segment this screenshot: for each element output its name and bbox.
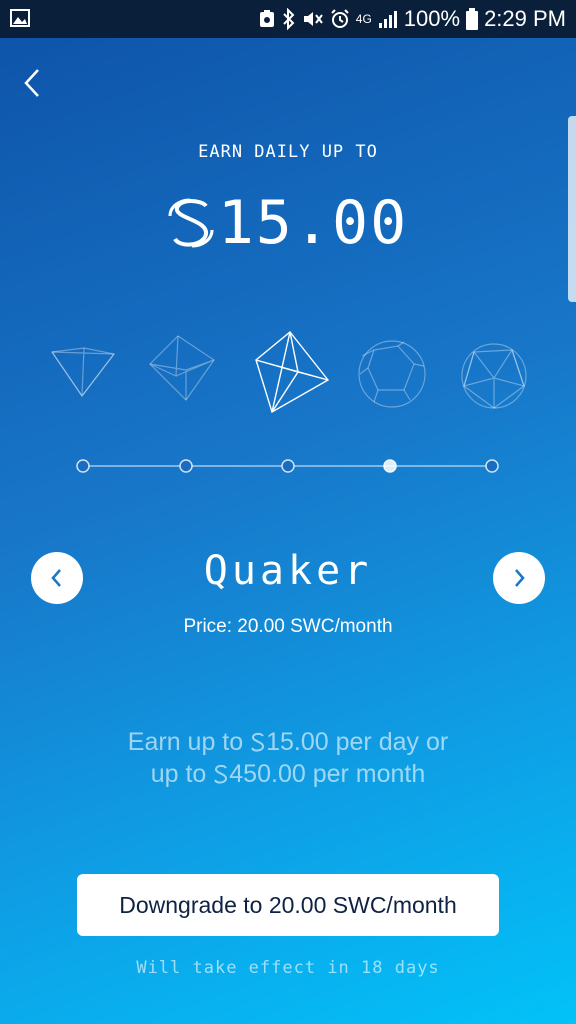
earn-description: Earn up to 15.00 per day or up to 450.00… xyxy=(0,726,576,790)
icosahedron-icon[interactable] xyxy=(461,343,527,409)
bluetooth-icon xyxy=(282,8,296,30)
swc-currency-icon xyxy=(168,198,214,248)
chevron-left-icon xyxy=(24,69,39,97)
cube-icon[interactable] xyxy=(149,335,215,401)
daily-amount-value: 15.00 xyxy=(217,188,409,258)
battery-icon xyxy=(466,8,479,30)
next-tier-button[interactable] xyxy=(493,552,545,604)
chevron-right-icon xyxy=(515,569,525,587)
earn-description-line-2: up to 450.00 per month xyxy=(150,760,426,788)
slider-step-2[interactable] xyxy=(179,459,193,473)
tier-price: Price: 20.00 SWC/month xyxy=(183,616,393,637)
back-button[interactable] xyxy=(20,66,50,100)
pyramid-icon[interactable] xyxy=(50,347,116,398)
sync-icon xyxy=(258,9,276,29)
network-type-label: 4G xyxy=(355,12,372,26)
earn-daily-label: EARN DAILY UP TO xyxy=(198,142,378,162)
battery-percent: 100% xyxy=(403,6,461,31)
octahedron-icon[interactable] xyxy=(255,331,330,414)
earn-description-line-1: Earn up to 15.00 per day or xyxy=(127,728,449,756)
tier-name: Quaker xyxy=(203,548,373,594)
swc-currency-icon xyxy=(214,764,228,784)
slider-step-4-selected[interactable] xyxy=(383,459,397,473)
downgrade-button[interactable]: Downgrade to 20.00 SWC/month xyxy=(77,874,499,936)
daily-amount: 15.00 xyxy=(0,188,576,258)
swc-currency-icon xyxy=(251,732,265,752)
alarm-icon xyxy=(330,9,350,29)
status-bar: 4G 100% 2:29 PM xyxy=(0,0,576,38)
signal-icon xyxy=(378,9,398,29)
tier-shapes xyxy=(50,331,527,414)
slider-step-5[interactable] xyxy=(485,459,499,473)
dodecahedron-icon[interactable] xyxy=(358,340,426,408)
gallery-notification-icon xyxy=(10,9,30,32)
slider-step-3[interactable] xyxy=(281,459,295,473)
tier-slider[interactable] xyxy=(0,450,576,480)
mute-icon xyxy=(302,9,324,29)
effect-note: Will take effect in 18 days xyxy=(136,958,440,978)
clock: 2:29 PM xyxy=(484,6,566,31)
slider-step-1[interactable] xyxy=(76,459,90,473)
